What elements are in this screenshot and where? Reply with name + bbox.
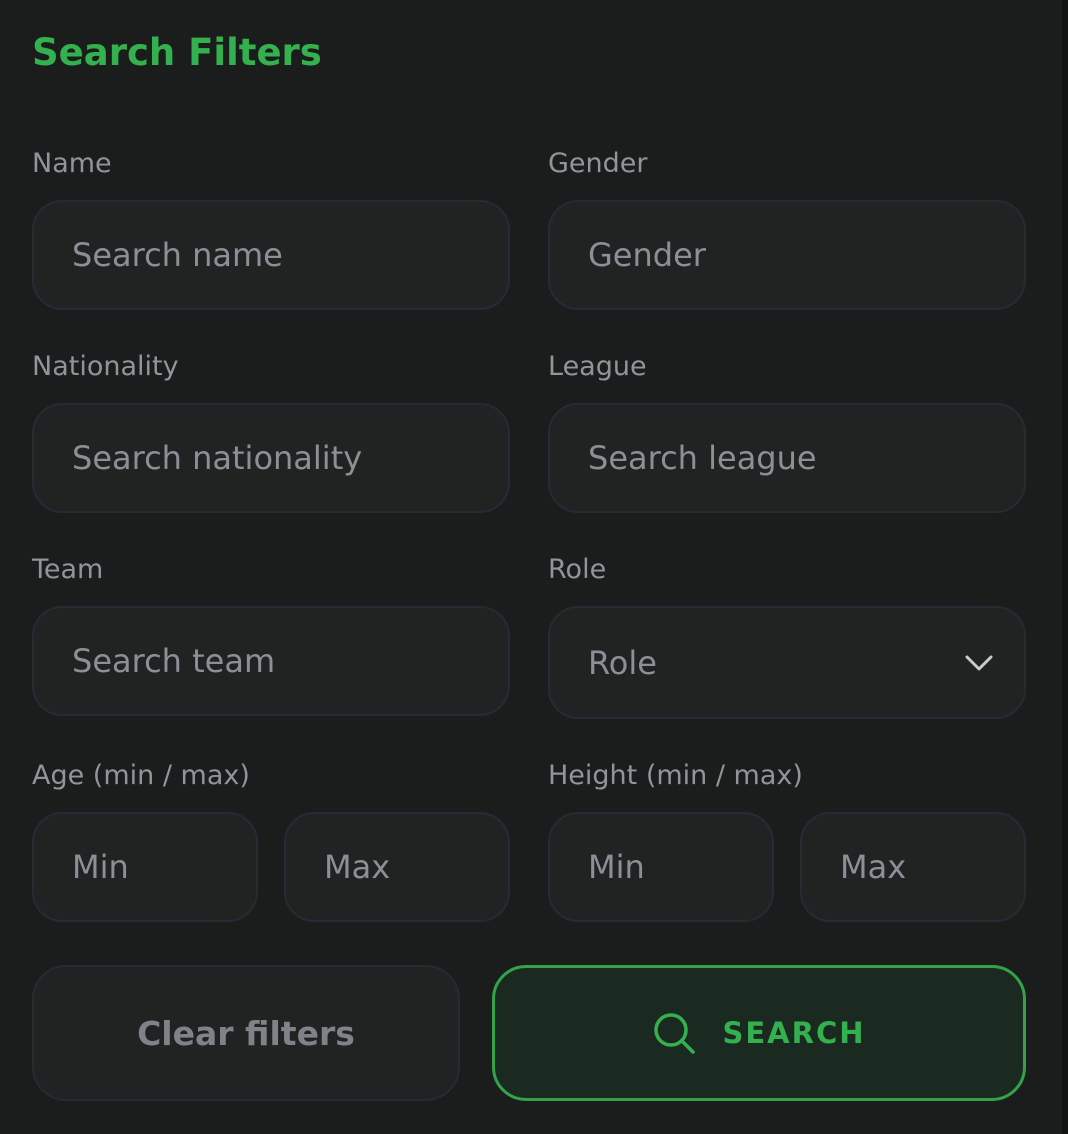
league-field[interactable] [548,403,1026,513]
gender-label: Gender [548,148,648,179]
age-max-field[interactable] [284,812,510,922]
search-button[interactable]: SEARCH [492,965,1026,1101]
panel-title: Search Filters [32,31,322,74]
age-min-field[interactable] [32,812,258,922]
gender-field[interactable] [548,200,1026,310]
name-field[interactable] [32,200,510,310]
league-input[interactable] [588,439,994,477]
age-min-input[interactable] [72,848,226,886]
role-select[interactable]: Role [548,606,1026,719]
nationality-label: Nationality [32,351,179,382]
role-select-value: Role [588,643,657,682]
height-max-field[interactable] [800,812,1026,922]
chevron-down-icon [964,653,994,673]
clear-filters-button[interactable]: Clear filters [32,965,460,1101]
search-button-label: SEARCH [722,1016,866,1050]
panel-edge [1062,0,1068,1134]
team-input[interactable] [72,642,478,680]
height-label: Height (min / max) [548,760,803,791]
league-label: League [548,351,647,382]
clear-filters-label: Clear filters [137,1013,355,1053]
height-min-input[interactable] [588,848,742,886]
team-field[interactable] [32,606,510,716]
role-label: Role [548,554,607,585]
team-label: Team [32,554,104,585]
age-max-input[interactable] [324,848,478,886]
name-label: Name [32,148,112,179]
height-max-input[interactable] [840,848,994,886]
name-input[interactable] [72,236,478,274]
search-filters-panel: Search Filters Name Gender Nationality L… [0,0,1068,1134]
age-label: Age (min / max) [32,760,250,791]
search-icon [652,1011,696,1055]
height-min-field[interactable] [548,812,774,922]
gender-input[interactable] [588,236,994,274]
nationality-field[interactable] [32,403,510,513]
nationality-input[interactable] [72,439,478,477]
